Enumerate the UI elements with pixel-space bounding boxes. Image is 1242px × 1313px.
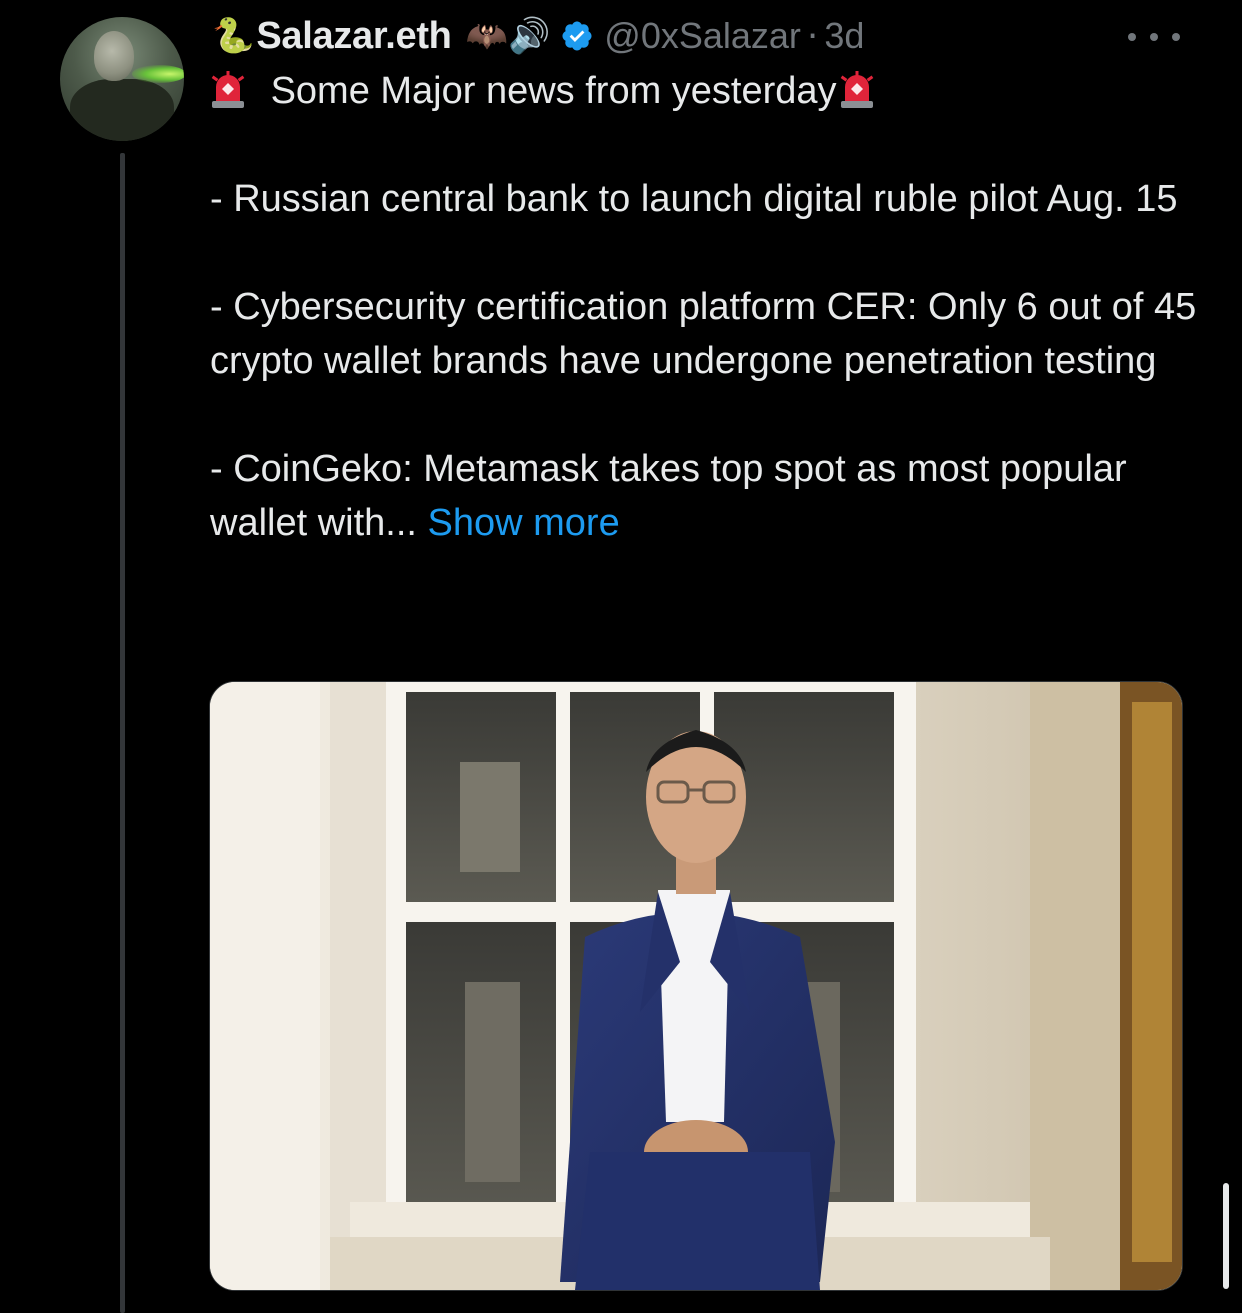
show-more-link[interactable]: Show more — [428, 502, 620, 544]
separator-dot: · — [806, 15, 819, 57]
timestamp[interactable]: 3d — [824, 15, 864, 57]
tweet[interactable]: 🐍 Salazar.eth 🦇🔊 @0xSalazar · 3d Some Ma… — [0, 0, 1242, 1313]
verified-badge-icon[interactable] — [560, 19, 594, 53]
snake-emoji: 🐍 — [212, 16, 255, 56]
more-dot — [1172, 33, 1180, 41]
handle[interactable]: @0xSalazar — [604, 15, 801, 57]
news-item: - Cybersecurity certification platform C… — [210, 286, 1197, 382]
tweet-header: 🐍 Salazar.eth 🦇🔊 @0xSalazar · 3d — [212, 8, 864, 64]
news-item-last: - CoinGeko: Metamask takes top spot as m… — [210, 442, 1200, 550]
more-options-button[interactable] — [1128, 22, 1180, 52]
avatar-robe — [70, 79, 174, 141]
avatar-wand-glow — [132, 65, 184, 83]
siren-emoji-icon — [840, 71, 873, 108]
name-emojis: 🦇🔊 — [465, 16, 551, 56]
headline-text: Some Major news from yesterday — [270, 70, 837, 112]
thread-line — [120, 153, 125, 1313]
more-dot — [1150, 33, 1158, 41]
avatar-head — [94, 31, 134, 81]
more-dot — [1128, 33, 1136, 41]
tweet-text: Some Major news from yesterday - Russian… — [210, 64, 1200, 550]
headline: Some Major news from yesterday — [210, 64, 1200, 118]
scrollbar[interactable] — [1223, 1183, 1229, 1289]
news-item: - CoinGeko: Metamask takes top spot as m… — [210, 448, 1127, 544]
avatar[interactable] — [60, 17, 184, 141]
photo-illustration — [210, 682, 1182, 1290]
tweet-photo[interactable] — [209, 681, 1183, 1291]
siren-emoji-icon — [211, 71, 245, 108]
news-item: - Russian central bank to launch digital… — [210, 178, 1178, 220]
display-name[interactable]: Salazar.eth — [256, 15, 452, 58]
